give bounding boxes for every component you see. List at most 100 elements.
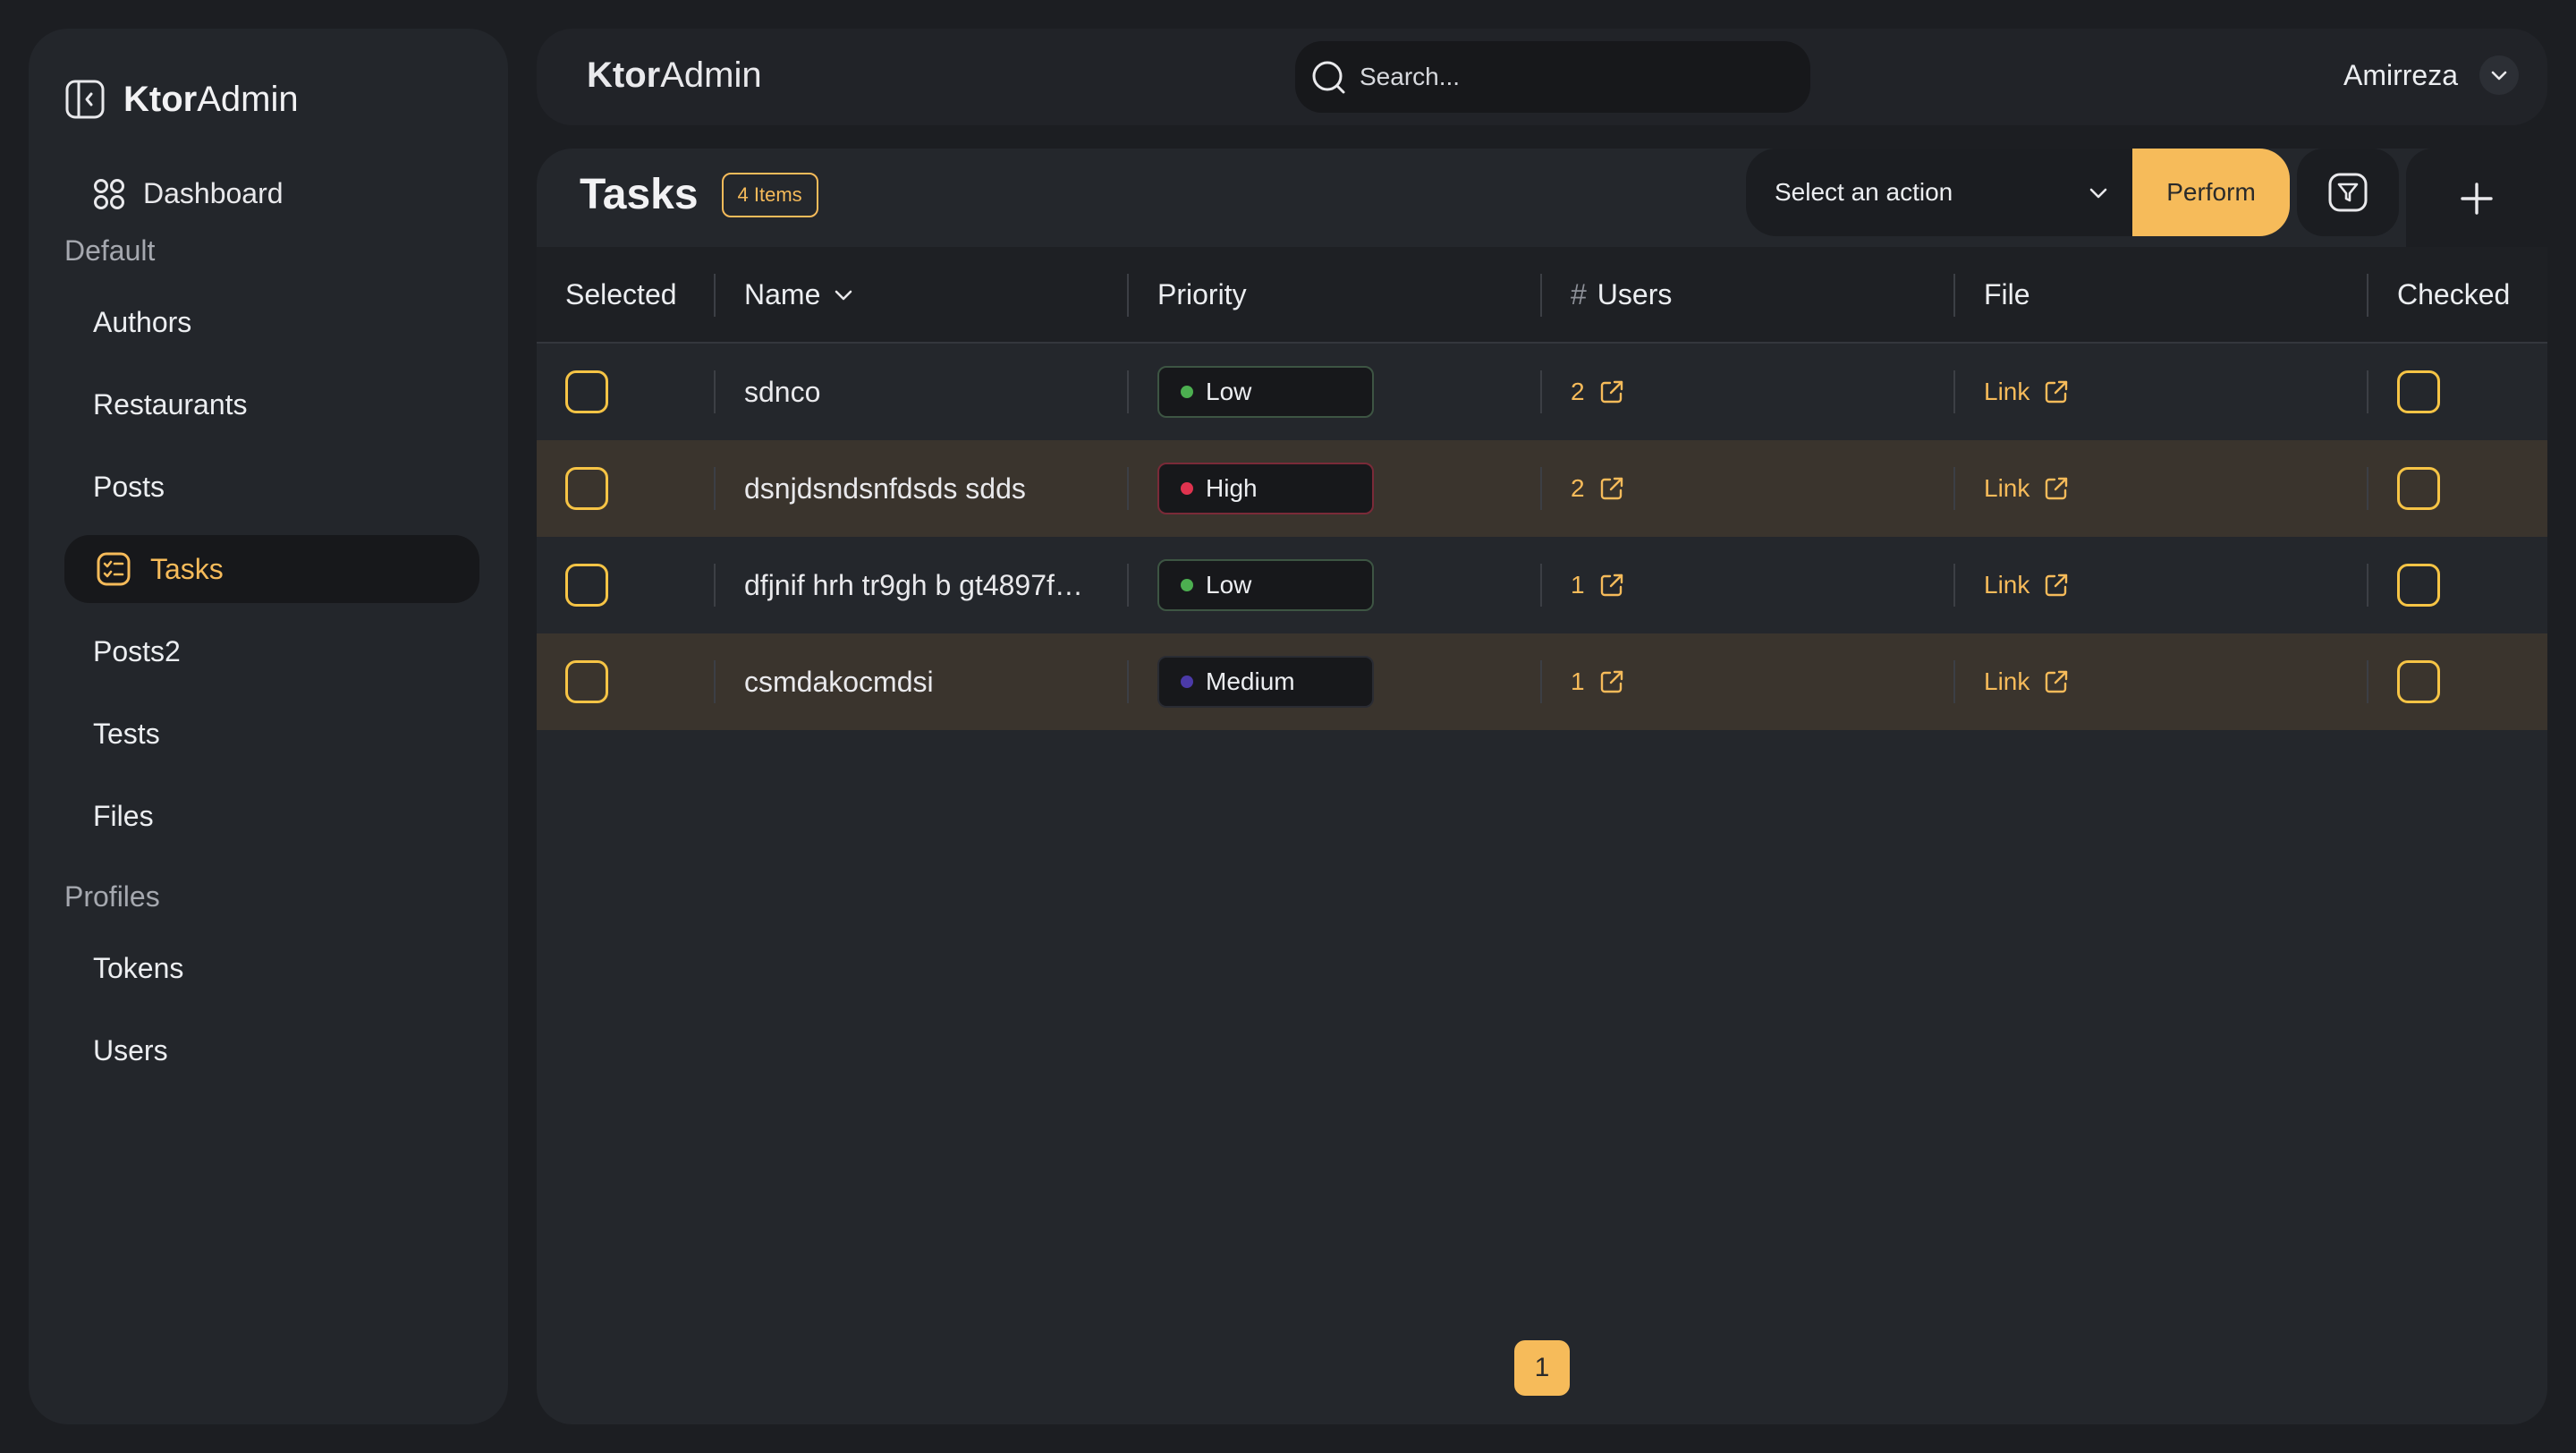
checked-checkbox[interactable]: [2397, 370, 2440, 413]
column-divider: [714, 370, 716, 413]
perform-button[interactable]: Perform: [2132, 149, 2290, 236]
chevron-down-icon: [2491, 71, 2507, 81]
column-divider: [1127, 370, 1129, 413]
sidebar-item-tasks[interactable]: Tasks: [64, 535, 479, 603]
checked-checkbox[interactable]: [2397, 660, 2440, 703]
column-divider: [714, 660, 716, 703]
priority-dot: [1181, 676, 1193, 688]
priority-cell: Low: [1157, 344, 1374, 440]
file-link[interactable]: Link: [1984, 667, 2071, 696]
row-select-cell: [565, 440, 608, 537]
column-divider: [1540, 467, 1542, 510]
row-select-checkbox[interactable]: [565, 660, 608, 703]
table-row[interactable]: csmdakocmdsi Medium 1 Link: [537, 633, 2547, 730]
column-divider: [1953, 467, 1955, 510]
column-divider: [1953, 660, 1955, 703]
hash-icon: #: [1571, 277, 1587, 310]
brand[interactable]: KtorAdmin: [64, 79, 299, 120]
row-select-cell: [565, 537, 608, 633]
external-link-icon: [1600, 380, 1623, 404]
column-divider: [1953, 564, 1955, 607]
file-link[interactable]: Link: [1984, 378, 2071, 406]
sidebar-section-profiles: Profiles: [64, 880, 160, 913]
priority-label: Low: [1206, 378, 1252, 405]
users-count: 1: [1571, 571, 1585, 599]
priority-cell: Low: [1157, 537, 1374, 633]
column-divider: [2367, 274, 2368, 317]
sidebar-item-dashboard[interactable]: Dashboard: [93, 177, 284, 210]
checked-cell: [2397, 537, 2440, 633]
column-header-name[interactable]: Name: [744, 247, 856, 342]
table-row[interactable]: dsnjdsndsnfdsds sdds High 2 Link: [537, 440, 2547, 537]
users-cell: 2: [1571, 344, 1626, 440]
chevron-down-icon: [2089, 188, 2107, 199]
external-link-icon: [2046, 574, 2068, 597]
add-button[interactable]: [2406, 149, 2547, 249]
plus-icon: [2461, 183, 2493, 215]
pagination-page-1[interactable]: 1: [1514, 1340, 1570, 1396]
row-select-checkbox[interactable]: [565, 564, 608, 607]
file-link[interactable]: Link: [1984, 571, 2071, 599]
column-header-file: File: [1984, 277, 2030, 310]
column-divider: [714, 467, 716, 510]
tasks-table: Selected Name Priority # Users File Chec…: [537, 247, 2547, 730]
sort-chevron-down-icon: [835, 290, 852, 301]
users-cell: 1: [1571, 537, 1626, 633]
column-divider: [1953, 274, 1955, 317]
column-header-checked: Checked: [2397, 277, 2511, 310]
sidebar-item-posts2[interactable]: Posts2: [93, 635, 181, 668]
column-divider: [2367, 467, 2368, 510]
user-menu-toggle[interactable]: [2479, 55, 2519, 95]
task-name: sdnco: [744, 375, 821, 408]
header-title: KtorAdmin: [587, 55, 762, 95]
sidebar-item-tests[interactable]: Tests: [93, 718, 160, 751]
filter-button[interactable]: [2297, 149, 2399, 236]
task-name: dsnjdsndsnfdsds sdds: [744, 472, 1026, 505]
user-name: Amirreza: [2343, 58, 2458, 91]
sidebar-toggle-icon[interactable]: [64, 79, 106, 120]
users-link[interactable]: 1: [1571, 571, 1626, 599]
action-select[interactable]: Select an action: [1746, 149, 2140, 236]
external-link-icon: [2046, 380, 2068, 404]
column-divider: [714, 274, 716, 317]
main-panel: Tasks 4 Items Select an action Perform S: [537, 149, 2547, 1424]
row-select-checkbox[interactable]: [565, 467, 608, 510]
priority-cell: Medium: [1157, 633, 1374, 730]
sidebar-item-posts[interactable]: Posts: [93, 471, 165, 504]
table-body: sdnco Low 2 Link dsnjdsndsnfdsds sdds High 2 Li…: [537, 344, 2547, 730]
column-divider: [1540, 564, 1542, 607]
sidebar-item-restaurants[interactable]: Restaurants: [93, 388, 248, 421]
users-link[interactable]: 2: [1571, 378, 1626, 406]
table-row[interactable]: dfjnif hrh tr9gh b gt4897f… Low 1 Link: [537, 537, 2547, 633]
column-divider: [2367, 564, 2368, 607]
users-link[interactable]: 1: [1571, 667, 1626, 696]
external-link-icon: [2046, 477, 2068, 500]
users-link[interactable]: 2: [1571, 474, 1626, 503]
row-select-checkbox[interactable]: [565, 370, 608, 413]
search-input[interactable]: Search...: [1295, 41, 1810, 113]
action-select-value: Select an action: [1775, 178, 1953, 206]
page-header: Tasks 4 Items: [580, 170, 818, 219]
column-divider: [1127, 564, 1129, 607]
file-link[interactable]: Link: [1984, 474, 2071, 503]
task-name: csmdakocmdsi: [744, 665, 934, 698]
sidebar-item-authors[interactable]: Authors: [93, 306, 191, 339]
sidebar-item-files[interactable]: Files: [93, 800, 154, 833]
user-menu[interactable]: Amirreza: [2343, 55, 2519, 95]
column-header-label: Name: [744, 277, 821, 310]
checked-checkbox[interactable]: [2397, 467, 2440, 510]
checked-checkbox[interactable]: [2397, 564, 2440, 607]
table-row[interactable]: sdnco Low 2 Link: [537, 344, 2547, 440]
users-count: 2: [1571, 378, 1585, 405]
column-divider: [1540, 660, 1542, 703]
file-cell: Link: [1984, 537, 2071, 633]
sidebar-item-tokens[interactable]: Tokens: [93, 952, 183, 985]
tasks-icon: [97, 552, 131, 586]
priority-badge: Low: [1157, 559, 1374, 611]
task-name: dfjnif hrh tr9gh b gt4897f…: [744, 568, 1083, 601]
priority-badge: Low: [1157, 366, 1374, 418]
external-link-icon: [1600, 670, 1623, 693]
sidebar-item-users[interactable]: Users: [93, 1034, 168, 1067]
checked-cell: [2397, 440, 2440, 537]
users-count: 2: [1571, 474, 1585, 502]
